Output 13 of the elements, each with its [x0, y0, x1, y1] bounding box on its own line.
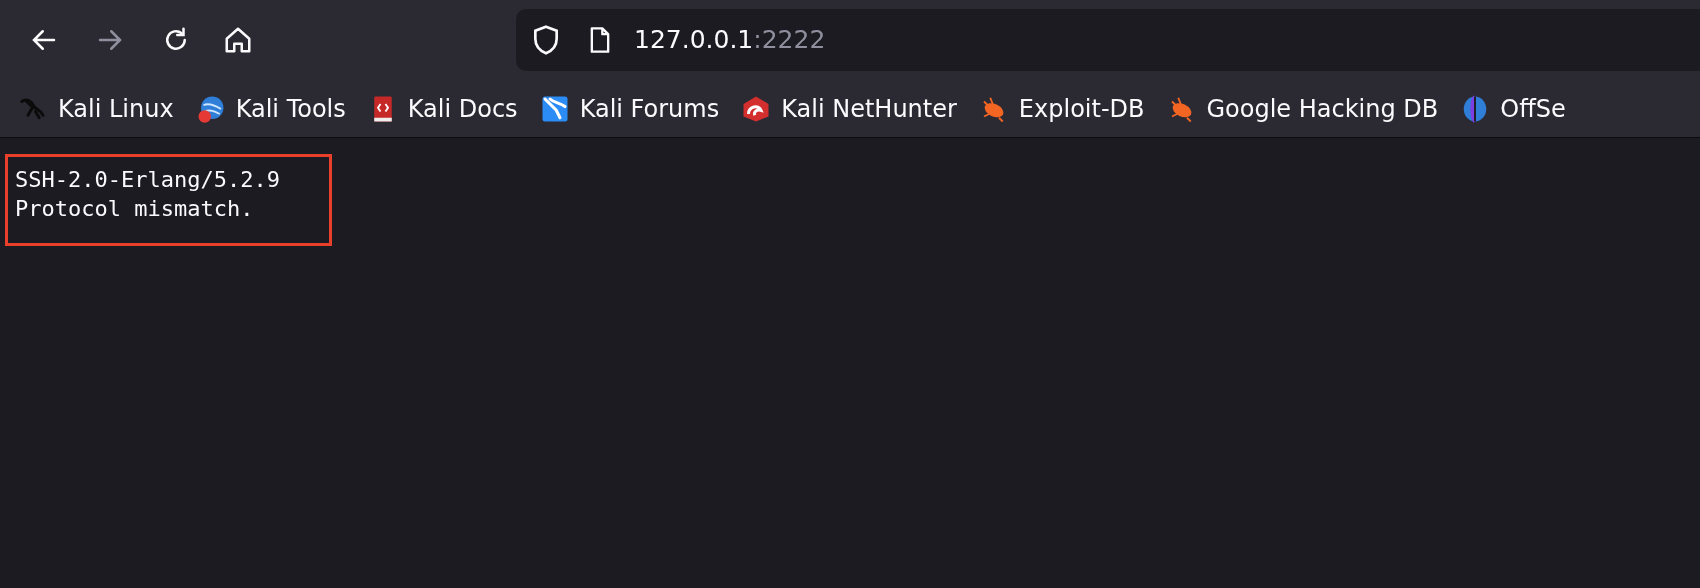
bookmark-link[interactable]: Kali Linux	[18, 90, 174, 127]
home-icon[interactable]	[223, 25, 253, 55]
response-line: SSH-2.0-Erlang/5.2.9	[15, 166, 281, 194]
bookmark-link[interactable]: Kali Docs	[367, 90, 518, 127]
url-text: 127.0.0.1:2222	[634, 24, 826, 57]
bookmark-link[interactable]: Google Hacking DB	[1166, 90, 1439, 127]
bookmark-link[interactable]: Kali Forums	[539, 90, 720, 127]
bookmark-link[interactable]: Kali NetHunter	[741, 90, 957, 127]
response-line: Protocol mismatch.	[15, 195, 255, 223]
bookmark-link[interactable]: OffSe	[1460, 90, 1566, 127]
bookmark-link[interactable]: Exploit-DB	[978, 90, 1145, 127]
address-bar[interactable]: 127.0.0.1:2222	[516, 9, 1700, 71]
bookmark-link[interactable]: Kali Tools	[195, 90, 346, 127]
